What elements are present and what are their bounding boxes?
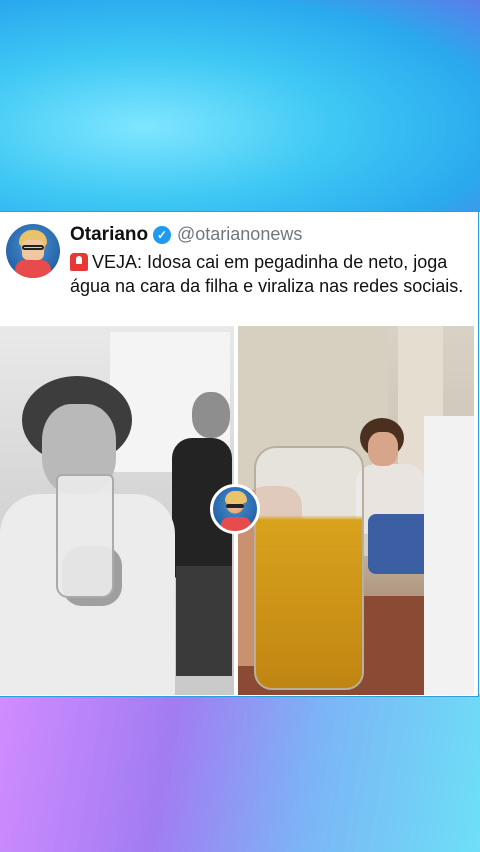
background-gradient-top bbox=[0, 0, 480, 212]
avatar-face bbox=[22, 240, 44, 260]
avatar-glasses bbox=[22, 245, 44, 250]
watermark-avatar-hair bbox=[225, 491, 247, 503]
display-name[interactable]: Otariano bbox=[70, 224, 148, 246]
media-image-right[interactable] bbox=[238, 326, 474, 695]
water-glass bbox=[56, 474, 114, 598]
verified-check-icon: ✓ bbox=[153, 226, 171, 244]
beer-glass bbox=[254, 446, 364, 690]
media-image-left[interactable] bbox=[0, 326, 234, 695]
watermark-avatar-glasses bbox=[226, 504, 244, 508]
man-head bbox=[192, 392, 230, 438]
man-shorts bbox=[176, 566, 232, 676]
elderly-woman-face bbox=[368, 432, 398, 466]
background-gradient-bottom bbox=[0, 694, 480, 852]
avatar-body bbox=[15, 260, 51, 278]
profile-avatar[interactable] bbox=[6, 224, 60, 278]
white-appliance bbox=[424, 416, 474, 695]
user-handle[interactable]: @otarianonews bbox=[177, 224, 302, 245]
watermark-avatar bbox=[210, 484, 260, 534]
tweet-text: VEJA: Idosa cai em pegadinha de neto, jo… bbox=[70, 250, 470, 298]
tweet-prefix: VEJA: bbox=[92, 252, 143, 272]
tweet-card: Otariano ✓ @otarianonews VEJA: Idosa cai… bbox=[0, 211, 479, 697]
siren-emoji-icon bbox=[70, 253, 88, 271]
